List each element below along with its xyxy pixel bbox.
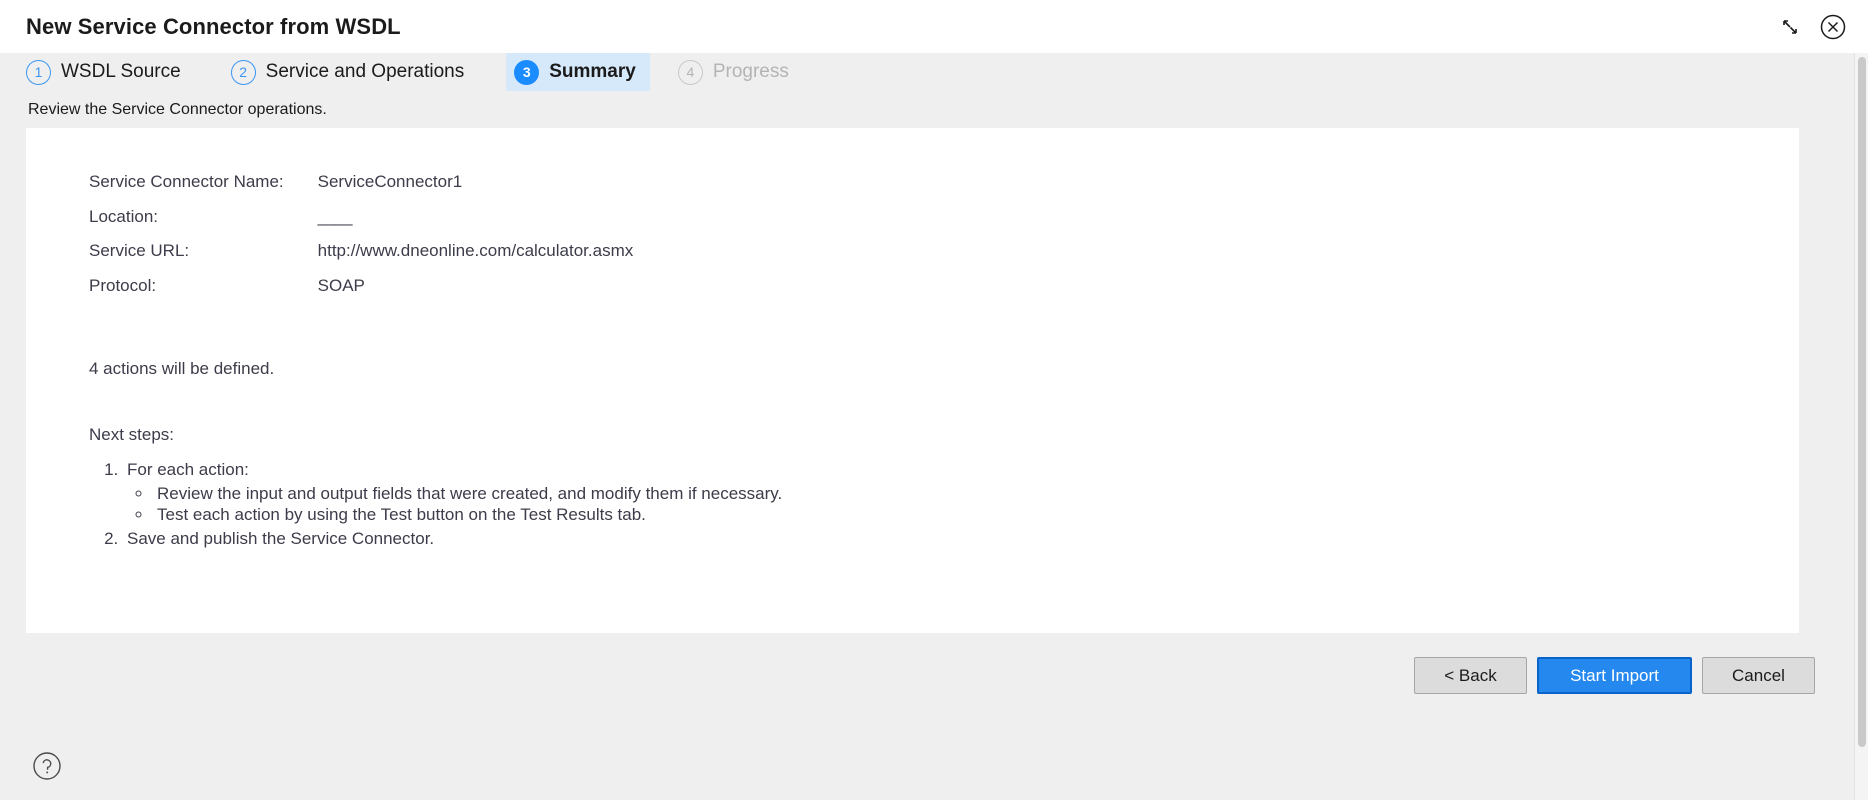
step-number: 1 (26, 59, 51, 85)
list-item-text: For each action: (127, 459, 249, 479)
detail-value: ____ (317, 206, 353, 226)
connector-details-table: Service Connector Name: ServiceConnector… (89, 172, 658, 312)
detail-label: Protocol: (89, 276, 157, 296)
detail-value: SOAP (317, 276, 365, 296)
start-import-button[interactable]: Start Import (1537, 657, 1692, 694)
table-row: Service URL: http://www.dneonline.com/ca… (89, 242, 658, 277)
detail-label: Service URL: (89, 241, 190, 261)
wizard-footer: < Back Start Import Cancel (0, 633, 1868, 800)
step-label: Summary (549, 61, 636, 82)
back-button[interactable]: < Back (1414, 657, 1527, 694)
detail-label: Location: (89, 206, 158, 226)
footer-buttons: < Back Start Import Cancel (1414, 657, 1815, 694)
step-number: 2 (230, 59, 256, 85)
instruction-text: Review the Service Connector operations. (28, 101, 327, 118)
step-service-and-operations[interactable]: 2 Service and Operations (230, 53, 479, 91)
scrollbar-thumb[interactable] (1858, 57, 1866, 747)
step-label: Progress (712, 61, 789, 82)
help-icon[interactable] (32, 751, 62, 781)
wizard-steps: 1 WSDL Source 2 Service and Operations 3… (0, 53, 1868, 91)
step-number: 4 (677, 59, 703, 85)
wizard-body: Review the Service Connector operations.… (0, 91, 1868, 633)
list-item: Test each action by using the Test butto… (153, 504, 1799, 526)
actions-summary-text: 4 actions will be defined. (89, 358, 275, 378)
step-summary[interactable]: 3 Summary (506, 53, 650, 91)
list-item: Review the input and output fields that … (153, 483, 1799, 505)
step-progress: 4 Progress (677, 53, 803, 91)
list-item: For each action: Review the input and ou… (123, 459, 1799, 526)
step-label: WSDL Source (61, 61, 181, 82)
title-bar: New Service Connector from WSDL (0, 0, 1868, 53)
list-item: Save and publish the Service Connector. (123, 528, 1799, 550)
cancel-button[interactable]: Cancel (1702, 657, 1815, 694)
table-row: Location: ____ (89, 206, 658, 243)
table-row: Service Connector Name: ServiceConnector… (89, 172, 658, 208)
next-steps-list: For each action: Review the input and ou… (123, 459, 1799, 550)
restore-down-icon[interactable] (1777, 14, 1803, 40)
close-icon[interactable] (1820, 14, 1846, 40)
next-steps-sublist: Review the input and output fields that … (153, 483, 1799, 527)
detail-value: ServiceConnector1 (317, 172, 463, 191)
summary-panel: Service Connector Name: ServiceConnector… (26, 128, 1799, 633)
list-item-text: Save and publish the Service Connector. (127, 529, 435, 548)
table-row: Protocol: SOAP (89, 276, 658, 312)
step-wsdl-source[interactable]: 1 WSDL Source (26, 53, 195, 91)
vertical-scrollbar[interactable] (1854, 53, 1868, 800)
step-label: Service and Operations (265, 61, 465, 82)
detail-value: http://www.dneonline.com/calculator.asmx (317, 241, 634, 261)
page-title: New Service Connector from WSDL (26, 13, 401, 39)
detail-label: Service Connector Name: (89, 172, 284, 191)
step-number: 3 (514, 59, 540, 85)
wizard-dialog: New Service Connector from WSDL 1 WSDL S… (0, 0, 1868, 800)
next-steps-heading: Next steps: (89, 424, 175, 444)
window-controls (1777, 14, 1846, 40)
